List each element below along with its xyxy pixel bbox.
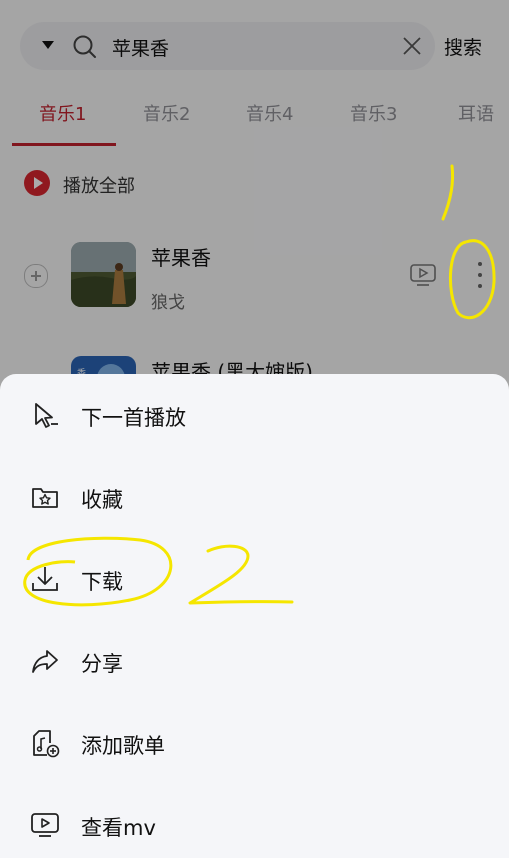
- menu-item-view-mv[interactable]: 查看mv: [0, 784, 509, 866]
- mv-icon: [31, 813, 59, 837]
- download-icon: [32, 567, 58, 591]
- menu-item-label: 收藏: [81, 488, 123, 512]
- menu-item-label: 分享: [81, 652, 123, 676]
- play-next-icon: [35, 403, 58, 428]
- menu-item-label: 下一首播放: [81, 406, 186, 430]
- share-icon: [32, 650, 58, 673]
- menu-item-label: 下载: [81, 570, 123, 594]
- menu-item-play-next[interactable]: 下一首播放: [0, 374, 509, 456]
- menu-item-download[interactable]: 下载: [0, 538, 509, 620]
- menu-item-label: 添加歌单: [81, 734, 165, 758]
- song-options-sheet: 下一首播放 收藏 下载 分享 添加歌单 查看mv: [0, 374, 509, 858]
- menu-item-share[interactable]: 分享: [0, 620, 509, 702]
- favorite-folder-icon: [32, 488, 58, 508]
- menu-item-label: 查看mv: [81, 816, 156, 840]
- add-to-playlist-icon: [33, 730, 60, 758]
- search-results-page: 苹果香 搜索 音乐1 音乐2 音乐4 音乐3 耳语 播放全部 苹果香 狼戈 苹果…: [0, 0, 509, 858]
- menu-item-favorite[interactable]: 收藏: [0, 456, 509, 538]
- menu-item-add-to-playlist[interactable]: 添加歌单: [0, 702, 509, 784]
